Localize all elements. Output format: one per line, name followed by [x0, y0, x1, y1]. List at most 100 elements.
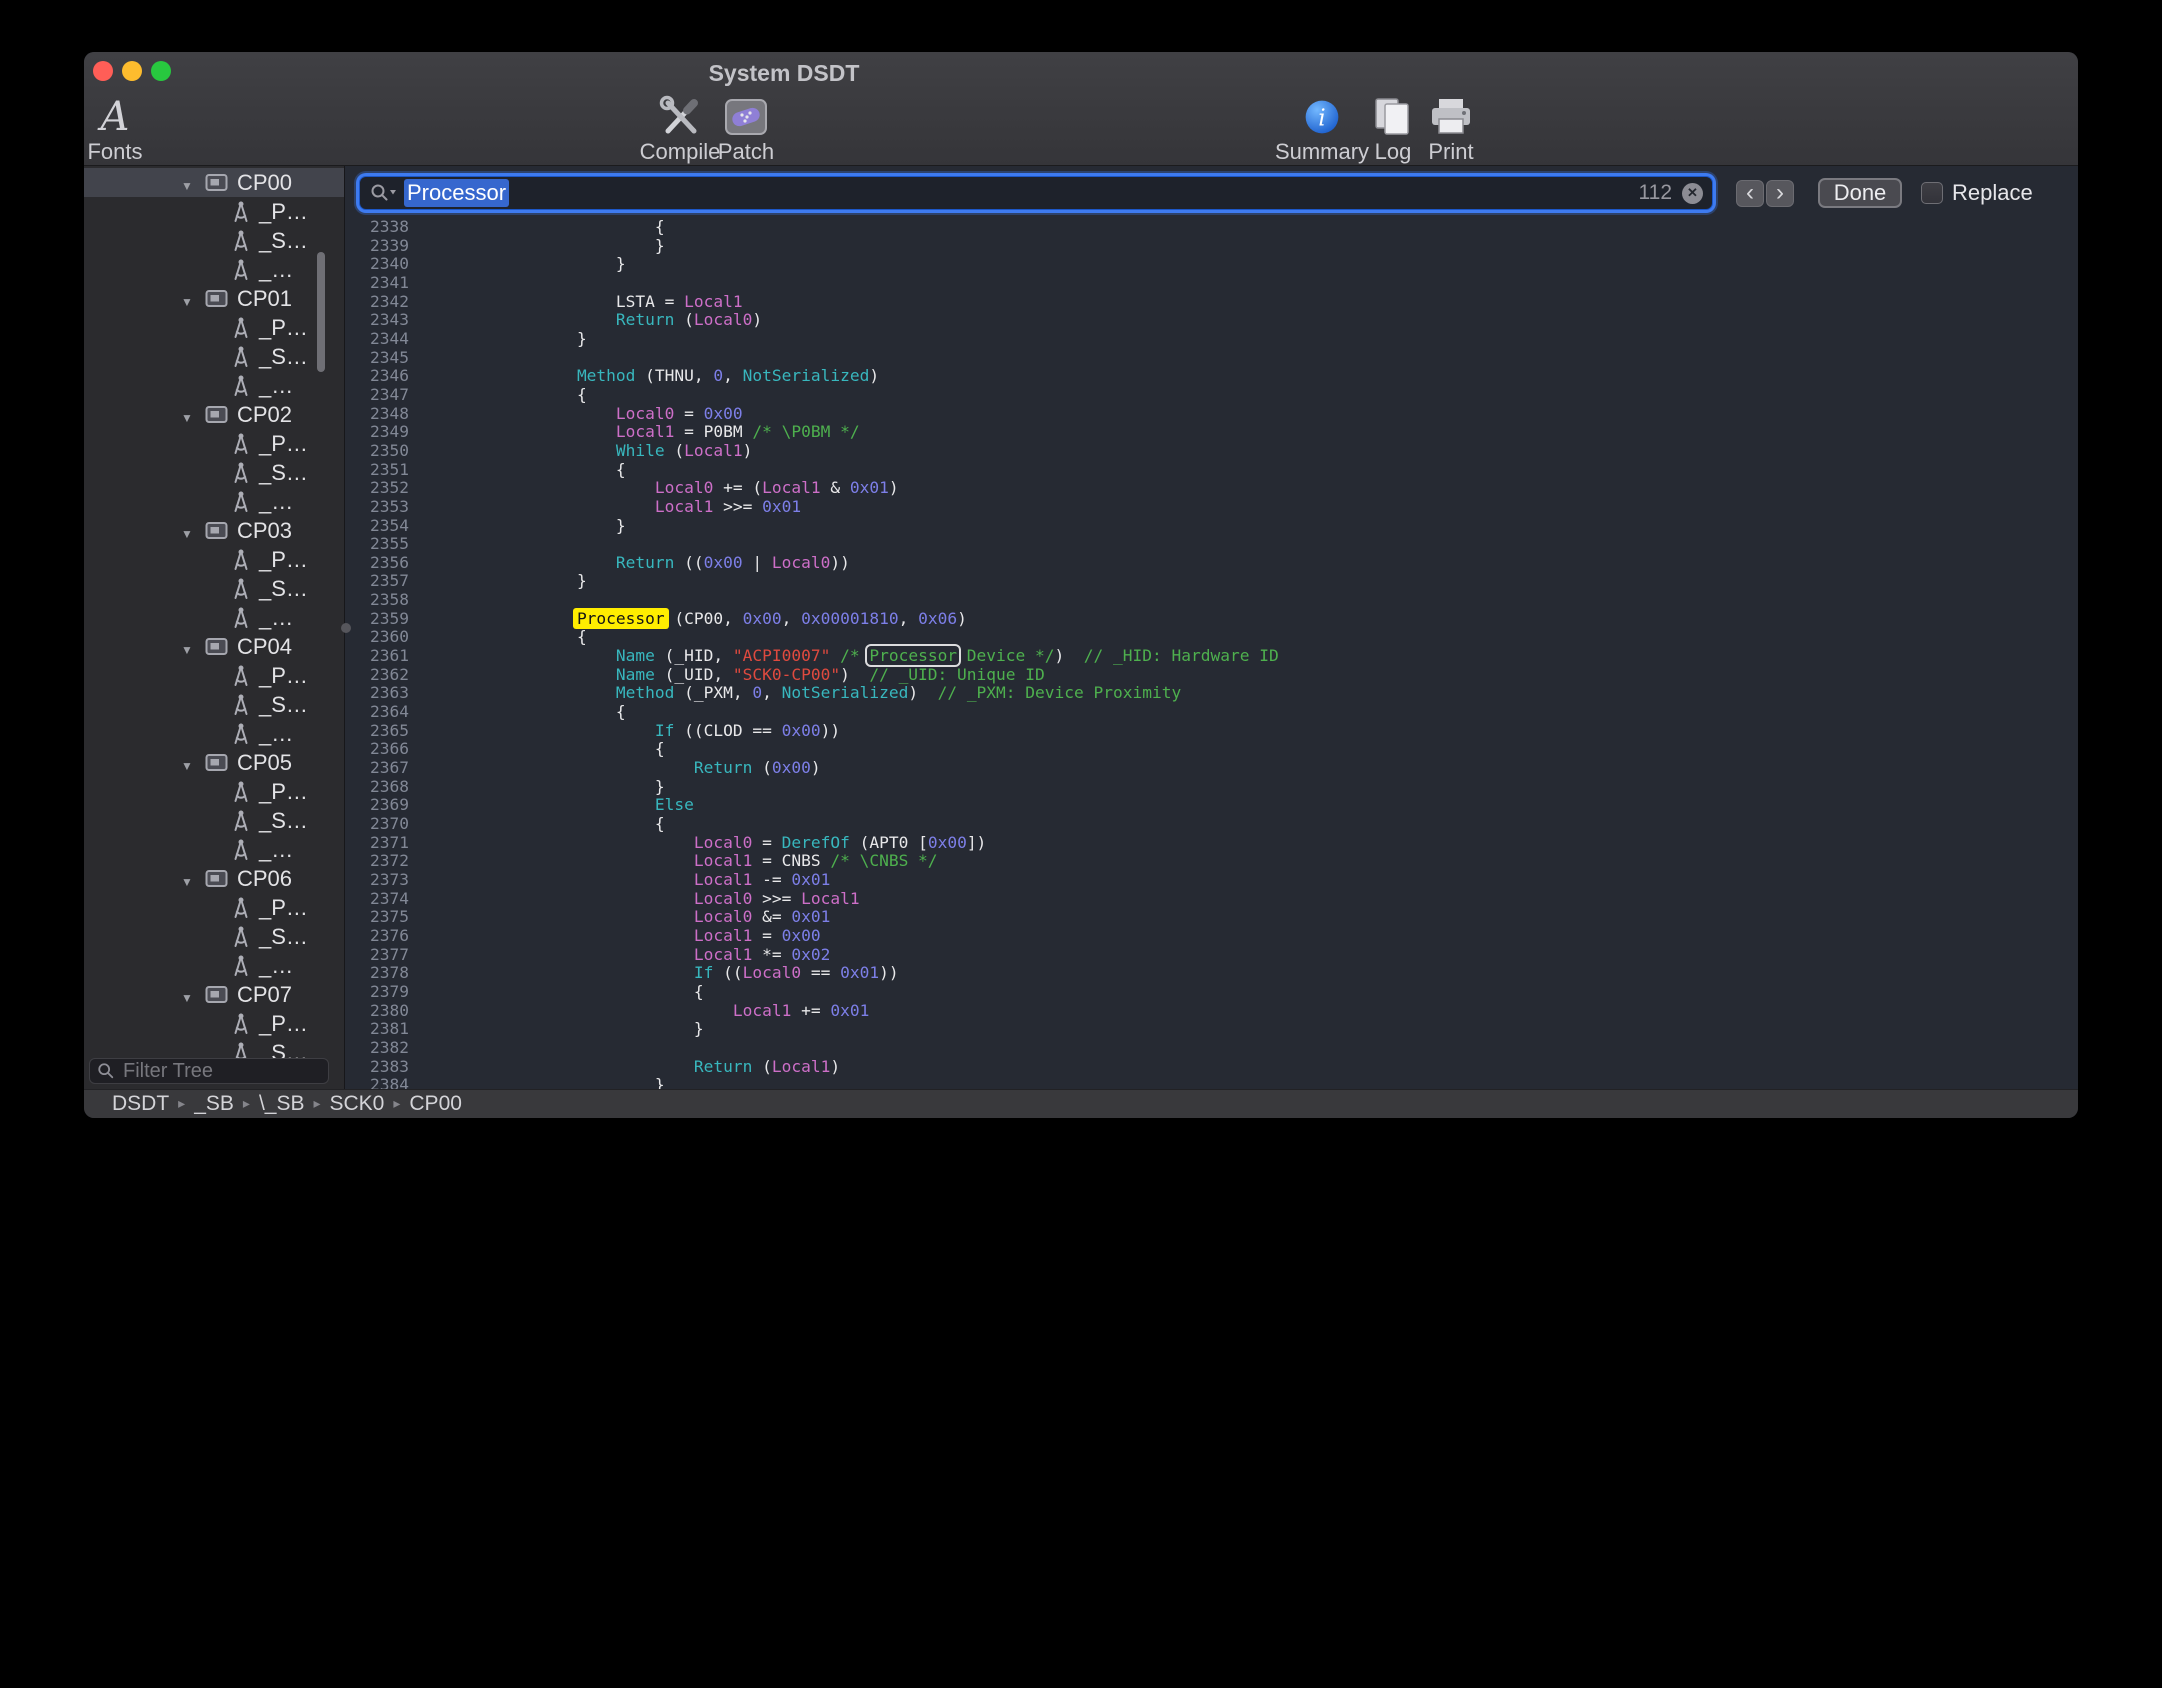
toolbar-button-fonts[interactable]: Fonts	[85, 92, 145, 164]
tree-child-item[interactable]: _S…	[84, 922, 344, 951]
code-line[interactable]: 2342 LSTA = Local1	[346, 293, 2078, 312]
tree-item-cp01[interactable]: CP01	[84, 284, 344, 313]
code-line[interactable]: 2381 }	[346, 1020, 2078, 1039]
zoom-button[interactable]	[151, 61, 171, 81]
toolbar-button-print[interactable]: Print	[1421, 92, 1481, 164]
disclosure-triangle-icon[interactable]	[181, 866, 205, 892]
sidebar-scrollbar[interactable]	[317, 252, 325, 372]
code-line[interactable]: 2354 }	[346, 517, 2078, 536]
code-line[interactable]: 2351 {	[346, 461, 2078, 480]
close-button[interactable]	[93, 61, 113, 81]
breadcrumb-item[interactable]: SCK0	[330, 1092, 385, 1116]
tree-item-cp00[interactable]: CP00	[84, 168, 344, 197]
filter-tree-input[interactable]	[121, 1059, 321, 1084]
tree-item-cp05[interactable]: CP05	[84, 748, 344, 777]
code-line[interactable]: 2343 Return (Local0)	[346, 311, 2078, 330]
code-line[interactable]: 2383 Return (Local1)	[346, 1058, 2078, 1077]
breadcrumb-item[interactable]: DSDT	[112, 1092, 169, 1116]
disclosure-triangle-icon[interactable]	[181, 286, 205, 312]
code-line[interactable]: 2361 Name (_HID, "ACPI0007" /* Processor…	[346, 647, 2078, 666]
tree-child-item[interactable]: _…	[84, 951, 344, 980]
code-line[interactable]: 2358	[346, 591, 2078, 610]
code-line[interactable]: 2382	[346, 1039, 2078, 1058]
disclosure-triangle-icon[interactable]	[181, 402, 205, 428]
code-line[interactable]: 2366 {	[346, 740, 2078, 759]
previous-match-button[interactable]	[1736, 180, 1764, 207]
toolbar-button-summary[interactable]: i Summary	[1282, 92, 1362, 164]
code-line[interactable]: 2347 {	[346, 386, 2078, 405]
code-line[interactable]: 2369 Else	[346, 796, 2078, 815]
code-line[interactable]: 2339 }	[346, 237, 2078, 256]
code-line[interactable]: 2356 Return ((0x00 | Local0))	[346, 554, 2078, 573]
code-line[interactable]: 2374 Local0 >>= Local1	[346, 890, 2078, 909]
pane-splitter-handle[interactable]	[341, 623, 351, 633]
code-line[interactable]: 2346 Method (THNU, 0, NotSerialized)	[346, 367, 2078, 386]
code-line[interactable]: 2365 If ((CLOD == 0x00))	[346, 722, 2078, 741]
disclosure-triangle-icon[interactable]	[181, 982, 205, 1008]
tree-child-item[interactable]: _P…	[84, 545, 344, 574]
tree-child-item[interactable]: _…	[84, 255, 344, 284]
tree-item-cp07[interactable]: CP07	[84, 980, 344, 1009]
breadcrumb-item[interactable]: \_SB	[259, 1092, 305, 1116]
code-line[interactable]: 2376 Local1 = 0x00	[346, 927, 2078, 946]
code-line[interactable]: 2352 Local0 += (Local1 & 0x01)	[346, 479, 2078, 498]
tree-child-item[interactable]: _S…	[84, 1038, 344, 1058]
minimize-button[interactable]	[122, 61, 142, 81]
clear-search-icon[interactable]	[1682, 183, 1703, 204]
tree-child-item[interactable]: _S…	[84, 342, 344, 371]
code-line[interactable]: 2349 Local1 = P0BM /* \P0BM */	[346, 423, 2078, 442]
code-line[interactable]: 2345	[346, 349, 2078, 368]
toolbar-button-compile[interactable]: Compile	[640, 92, 720, 164]
code-line[interactable]: 2367 Return (0x00)	[346, 759, 2078, 778]
tree-child-item[interactable]: _P…	[84, 429, 344, 458]
code-line[interactable]: 2373 Local1 -= 0x01	[346, 871, 2078, 890]
tree-item-cp03[interactable]: CP03	[84, 516, 344, 545]
code-line[interactable]: 2370 {	[346, 815, 2078, 834]
code-line[interactable]: 2350 While (Local1)	[346, 442, 2078, 461]
tree-child-item[interactable]: _…	[84, 371, 344, 400]
code-line[interactable]: 2360 {	[346, 628, 2078, 647]
disclosure-triangle-icon[interactable]	[181, 170, 205, 196]
code-line[interactable]: 2359 Processor (CP00, 0x00, 0x00001810, …	[346, 610, 2078, 629]
tree-child-item[interactable]: _S…	[84, 226, 344, 255]
tree-child-item[interactable]: _P…	[84, 893, 344, 922]
search-scope-icon[interactable]	[369, 183, 397, 203]
done-button[interactable]: Done	[1818, 178, 1902, 208]
breadcrumb-item[interactable]: _SB	[194, 1092, 234, 1116]
tree-child-item[interactable]: _P…	[84, 313, 344, 342]
tree-item-cp02[interactable]: CP02	[84, 400, 344, 429]
toolbar-button-log[interactable]: Log	[1363, 92, 1423, 164]
tree-child-item[interactable]: _P…	[84, 777, 344, 806]
tree-child-item[interactable]: _…	[84, 719, 344, 748]
code-line[interactable]: 2379 {	[346, 983, 2078, 1002]
filter-field[interactable]	[89, 1058, 329, 1084]
disclosure-triangle-icon[interactable]	[181, 634, 205, 660]
disclosure-triangle-icon[interactable]	[181, 750, 205, 776]
code-line[interactable]: 2371 Local0 = DerefOf (APT0 [0x00])	[346, 834, 2078, 853]
code-line[interactable]: 2363 Method (_PXM, 0, NotSerialized) // …	[346, 684, 2078, 703]
code-line[interactable]: 2362 Name (_UID, "SCK0-CP00") // _UID: U…	[346, 666, 2078, 685]
tree-child-item[interactable]: _S…	[84, 458, 344, 487]
code-editor[interactable]: 2338 {2339 }2340 }23412342 LSTA = Local1…	[346, 218, 2078, 1089]
code-line[interactable]: 2344 }	[346, 330, 2078, 349]
tree-child-item[interactable]: _…	[84, 835, 344, 864]
code-line[interactable]: 2348 Local0 = 0x00	[346, 405, 2078, 424]
code-line[interactable]: 2340 }	[346, 255, 2078, 274]
tree-item-cp06[interactable]: CP06	[84, 864, 344, 893]
tree-child-item[interactable]: _S…	[84, 690, 344, 719]
code-line[interactable]: 2368 }	[346, 778, 2078, 797]
code-line[interactable]: 2353 Local1 >>= 0x01	[346, 498, 2078, 517]
tree-child-item[interactable]: _S…	[84, 574, 344, 603]
code-line[interactable]: 2384 }	[346, 1076, 2078, 1089]
code-line[interactable]: 2364 {	[346, 703, 2078, 722]
next-match-button[interactable]	[1766, 180, 1794, 207]
code-line[interactable]: 2375 Local0 &= 0x01	[346, 908, 2078, 927]
tree-child-item[interactable]: _S…	[84, 806, 344, 835]
code-line[interactable]: 2380 Local1 += 0x01	[346, 1002, 2078, 1021]
search-input[interactable]: Processor 112	[359, 176, 1713, 210]
tree-item-cp04[interactable]: CP04	[84, 632, 344, 661]
code-line[interactable]: 2372 Local1 = CNBS /* \CNBS */	[346, 852, 2078, 871]
code-line[interactable]: 2377 Local1 *= 0x02	[346, 946, 2078, 965]
code-line[interactable]: 2357 }	[346, 572, 2078, 591]
tree-child-item[interactable]: _…	[84, 603, 344, 632]
